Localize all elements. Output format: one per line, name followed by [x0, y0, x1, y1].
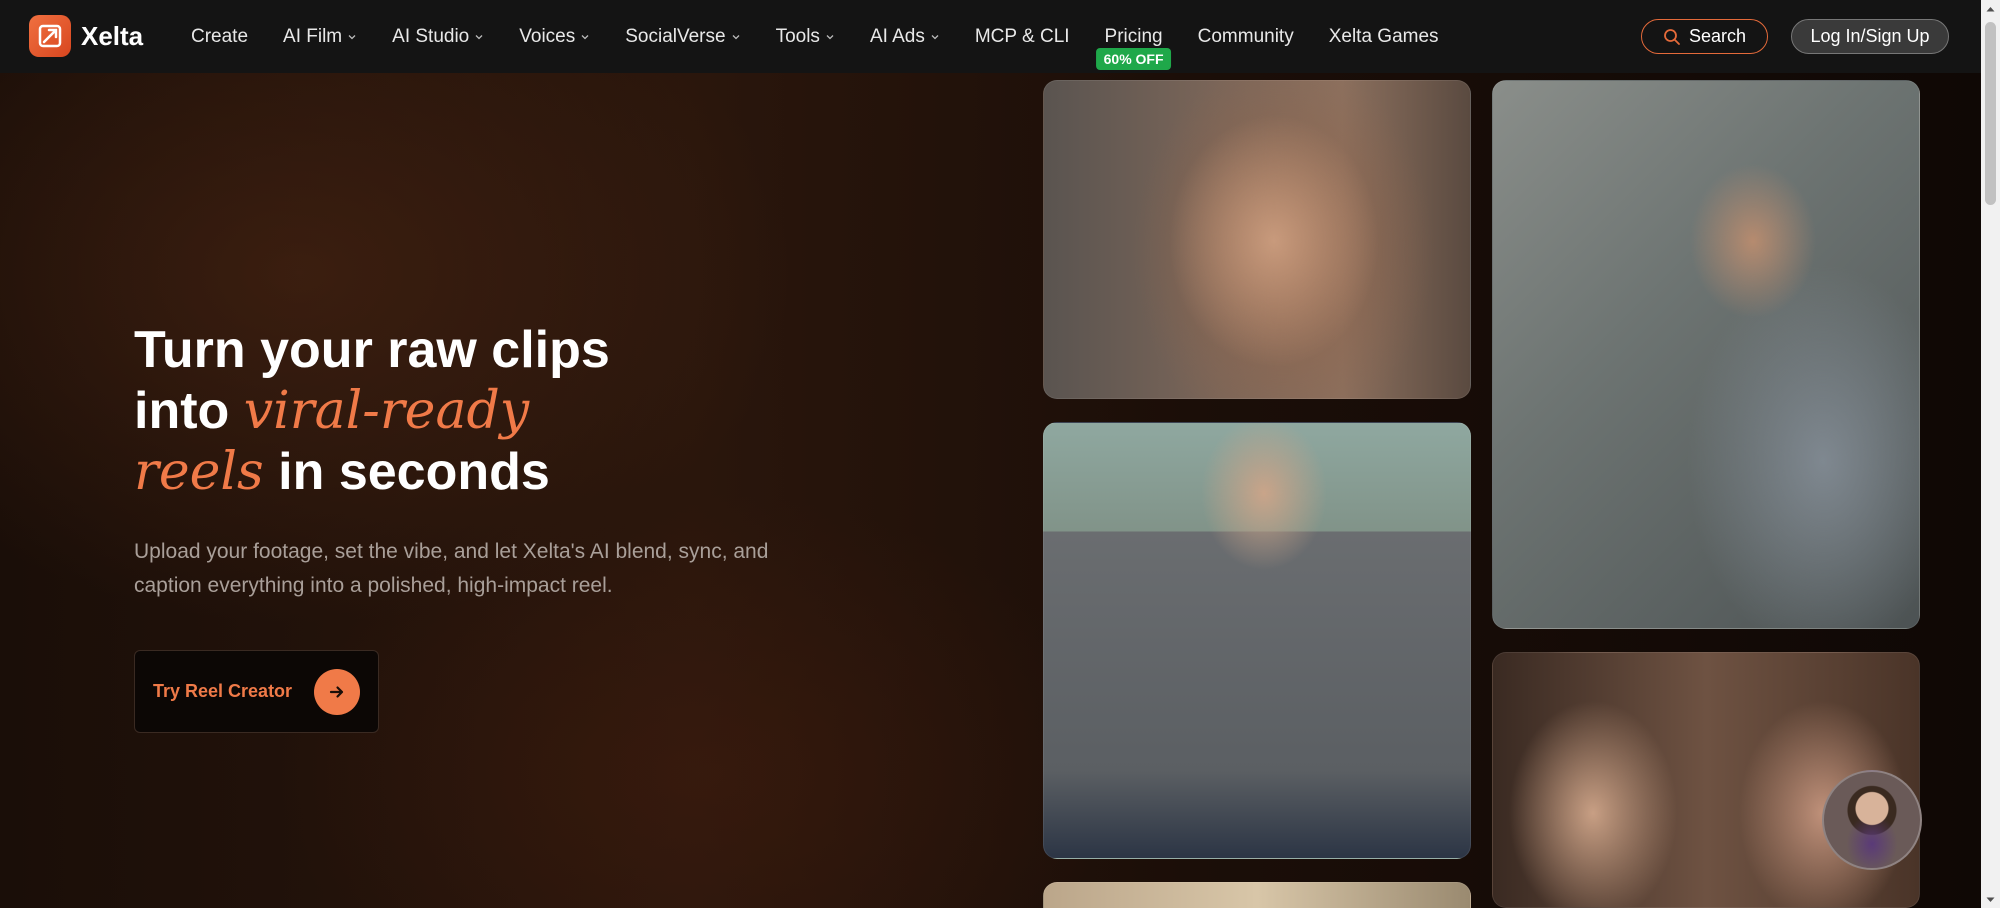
discount-badge: 60% OFF [1095, 48, 1172, 70]
chevron-down-icon [826, 34, 834, 39]
chevron-down-icon [732, 34, 740, 39]
try-reel-creator-button[interactable]: Try Reel Creator [134, 650, 379, 733]
chevron-down-icon [348, 34, 356, 39]
nav-item-tools[interactable]: Tools [776, 0, 835, 73]
scroll-up-arrow-icon[interactable] [1981, 0, 2000, 17]
chevron-down-icon [931, 34, 939, 39]
nav-item-mcp-cli[interactable]: MCP & CLI [975, 0, 1070, 73]
scroll-thumb[interactable] [1985, 22, 1996, 205]
nav-item-pricing[interactable]: Pricing 60% OFF [1095, 0, 1172, 73]
chevron-down-icon [581, 34, 589, 39]
gallery-image-subway[interactable] [1492, 80, 1920, 629]
nav-item-socialverse[interactable]: SocialVerse [625, 0, 740, 73]
arrow-right-icon [314, 669, 360, 715]
gallery-image-closeup-face[interactable] [1043, 80, 1471, 399]
page-scrollbar[interactable] [1981, 0, 2000, 908]
scroll-down-arrow-icon[interactable] [1981, 891, 2000, 908]
nav-item-create[interactable]: Create [191, 0, 248, 73]
gallery-image-street-walk[interactable] [1043, 422, 1471, 859]
xelta-logo-icon [29, 15, 71, 57]
top-navbar: Xelta Create AI Film AI Studio Voices So… [0, 0, 1981, 73]
brand-logo[interactable]: Xelta [29, 15, 143, 57]
nav-item-ai-studio[interactable]: AI Studio [392, 0, 484, 73]
main-menu: Create AI Film AI Studio Voices SocialVe… [191, 0, 1474, 73]
hero-headline: Turn your raw clips into viral-ready ree… [134, 321, 610, 502]
hero-subtext: Upload your footage, set the vibe, and l… [134, 540, 769, 597]
assistant-avatar[interactable] [1822, 770, 1922, 870]
nav-item-ai-ads[interactable]: AI Ads [870, 0, 940, 73]
chevron-down-icon [475, 34, 483, 39]
nav-item-xelta-games[interactable]: Xelta Games [1329, 0, 1439, 73]
search-icon [1664, 28, 1680, 45]
gallery-image-city[interactable] [1043, 882, 1471, 908]
nav-item-voices[interactable]: Voices [519, 0, 590, 73]
brand-name: Xelta [81, 20, 144, 51]
login-signup-button[interactable]: Log In/Sign Up [1791, 19, 1949, 54]
nav-item-ai-film[interactable]: AI Film [283, 0, 357, 73]
nav-item-community[interactable]: Community [1198, 0, 1294, 73]
search-button[interactable]: Search [1641, 19, 1768, 54]
